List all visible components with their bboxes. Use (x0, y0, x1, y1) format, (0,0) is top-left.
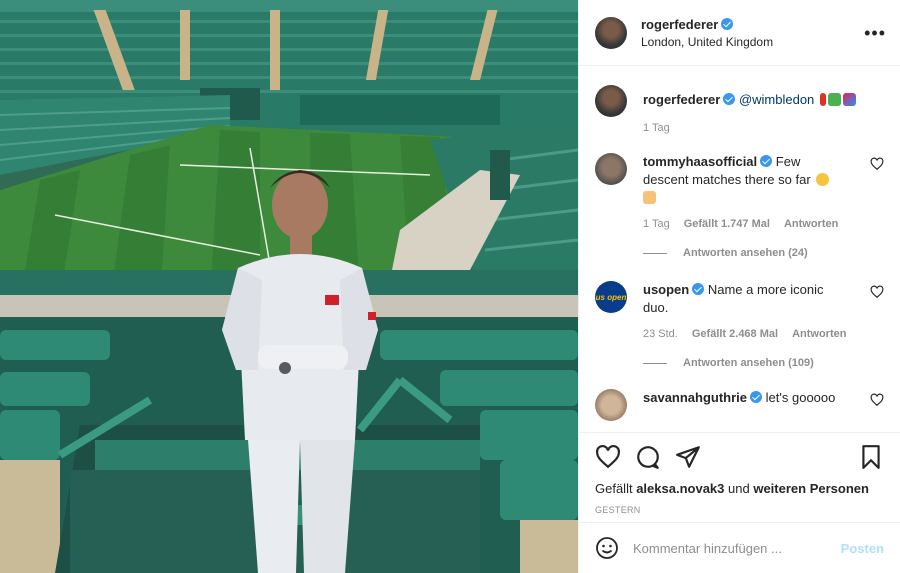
thumbs-up-icon (643, 191, 656, 204)
comment-body: tommyhaasofficial Few descent matches th… (643, 153, 870, 231)
caption-meta: 1 Tag (643, 121, 874, 135)
comment-time[interactable]: 1 Tag (643, 217, 670, 231)
post-timestamp[interactable]: GESTERN (595, 505, 884, 515)
comment-username[interactable]: tommyhaasofficial (643, 154, 757, 169)
avatar[interactable] (595, 153, 627, 185)
comment-input[interactable] (633, 540, 841, 556)
caption-body: rogerfederer @wimbledon 1 Tag (643, 85, 884, 135)
comment-text: descent matches there so far (643, 172, 811, 187)
post-photo[interactable] (0, 0, 578, 573)
heart-icon[interactable] (870, 285, 884, 299)
header-username[interactable]: rogerfederer (641, 17, 718, 32)
reply-button[interactable]: Antworten (792, 327, 846, 341)
more-options-icon[interactable]: ••• (864, 24, 886, 42)
verified-badge-icon (692, 283, 705, 295)
emoji-smiley-icon[interactable] (595, 536, 619, 560)
avatar[interactable] (595, 389, 627, 421)
heart-icon[interactable] (870, 393, 884, 407)
verified-badge-icon (750, 391, 763, 403)
comment-text: Few (775, 154, 801, 169)
comment-item: savannahguthrie let's gooooo (595, 389, 884, 421)
comment-likes[interactable]: Gefällt 1.747 Mal (684, 217, 770, 231)
red-pin-icon (819, 93, 826, 106)
heart-icon[interactable] (870, 157, 884, 171)
avatar[interactable] (595, 85, 627, 117)
comment-item: tommyhaasofficial Few descent matches th… (595, 153, 884, 231)
comment-composer: Posten (579, 522, 900, 573)
avatar[interactable]: us open (595, 281, 627, 313)
liked-by-connector: und (728, 481, 750, 496)
share-paper-plane-icon[interactable] (675, 444, 701, 470)
comments-list[interactable]: rogerfederer @wimbledon 1 Tag tommyhaaso… (579, 67, 900, 432)
liked-by-text: Gefällt aleksa.novak3 und weiteren Perso… (595, 481, 884, 496)
comment-text: let's gooooo (765, 390, 836, 405)
view-replies-button[interactable]: Antworten ansehen (24) (643, 247, 884, 259)
comment-text: duo. (643, 300, 669, 315)
reply-button[interactable]: Antworten (784, 217, 838, 231)
post-side-panel: rogerfederer London, United Kingdom ••• … (578, 0, 900, 573)
liked-by-others-link[interactable]: weiteren Personen (753, 481, 869, 496)
comment-item: us open usopen Name a more iconic duo. 2… (595, 281, 884, 341)
comment-username[interactable]: savannahguthrie (643, 390, 747, 405)
comment-body: savannahguthrie let's gooooo (643, 389, 870, 421)
comment-username[interactable]: usopen (643, 282, 689, 297)
plant-icon (827, 93, 841, 106)
caption-mention[interactable]: @wimbledon (739, 92, 814, 107)
instagram-post: rogerfederer London, United Kingdom ••• … (0, 0, 900, 573)
header-location[interactable]: London, United Kingdom (641, 35, 864, 49)
comment-text: Name a more iconic (707, 282, 824, 297)
verified-badge-icon (760, 155, 773, 167)
liked-by-prefix: Gefällt (595, 481, 633, 496)
flag-icon (842, 93, 856, 106)
caption-username[interactable]: rogerfederer (643, 92, 720, 107)
action-icons (595, 443, 884, 471)
verified-badge-icon (721, 17, 734, 30)
comment-body: usopen Name a more iconic duo. 23 Std. G… (643, 281, 870, 341)
comment-bubble-icon[interactable] (635, 444, 661, 470)
laughing-face-icon (816, 173, 830, 186)
header-text: rogerfederer London, United Kingdom (641, 17, 864, 49)
caption: rogerfederer @wimbledon 1 Tag (595, 85, 884, 135)
avatar[interactable] (595, 16, 627, 49)
photo-stadium-scene (0, 0, 578, 573)
comment-time[interactable]: 23 Std. (643, 327, 678, 341)
comment-likes[interactable]: Gefällt 2.468 Mal (692, 327, 778, 341)
post-header: rogerfederer London, United Kingdom ••• (579, 0, 900, 66)
liked-by-user[interactable]: aleksa.novak3 (636, 481, 724, 496)
verified-badge-icon (723, 93, 736, 105)
comment-meta: 23 Std. Gefällt 2.468 Mal Antworten (643, 327, 860, 341)
avatar-logo-text: us open (595, 292, 627, 302)
post-comment-button[interactable]: Posten (841, 541, 884, 556)
comment-meta: 1 Tag Gefällt 1.747 Mal Antworten (643, 217, 860, 231)
view-replies-button[interactable]: Antworten ansehen (109) (643, 357, 884, 369)
post-actions: Gefällt aleksa.novak3 und weiteren Perso… (579, 432, 900, 522)
caption-time[interactable]: 1 Tag (643, 121, 670, 135)
bookmark-icon[interactable] (858, 444, 884, 470)
like-heart-icon[interactable] (595, 444, 621, 470)
